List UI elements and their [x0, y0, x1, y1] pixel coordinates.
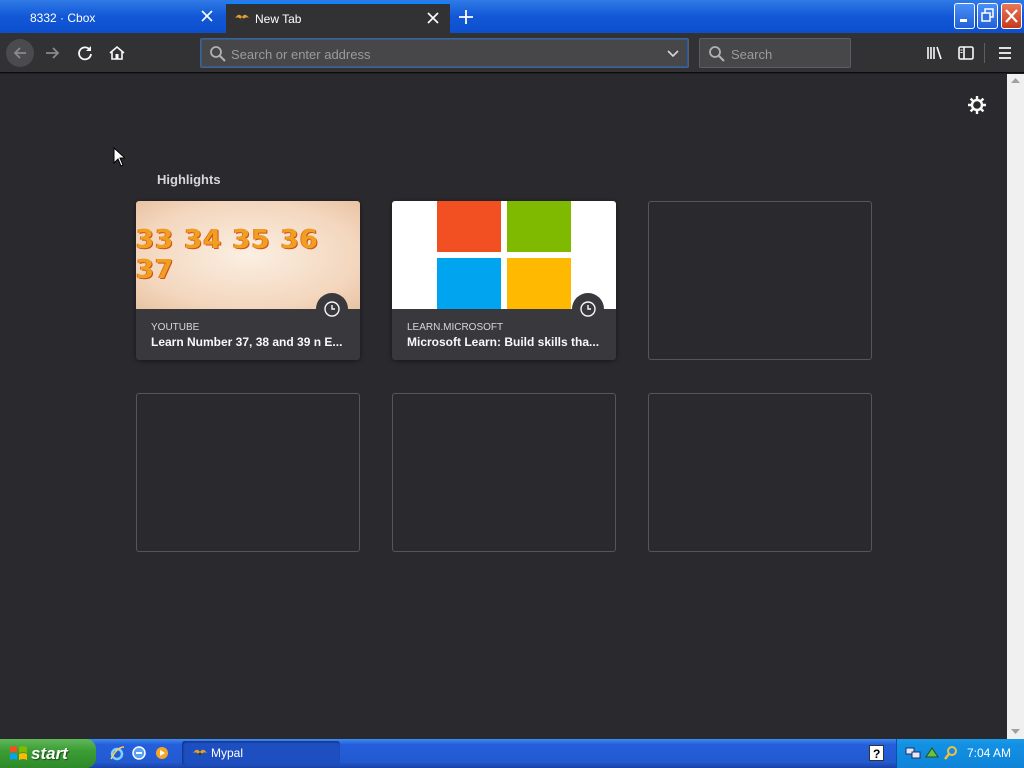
open-menu-button[interactable] — [991, 39, 1019, 67]
card-title: Microsoft Learn: Build skills tha... — [407, 335, 600, 349]
chevron-down-icon[interactable] — [666, 47, 680, 61]
highlight-card-youtube[interactable]: 33 34 35 36 37 YOUTUBE Learn Number 37, … — [136, 201, 360, 360]
home-button[interactable] — [103, 39, 131, 67]
navigation-toolbar — [0, 33, 1024, 73]
empty-card-placeholder — [648, 393, 872, 552]
empty-card-placeholder — [136, 393, 360, 552]
toolbar-separator — [984, 43, 985, 63]
hamburger-menu-icon — [999, 47, 1011, 59]
logo-square-yellow — [507, 258, 571, 309]
taskbar-item-label: Mypal — [211, 746, 244, 760]
safely-remove-hardware-icon[interactable] — [924, 745, 940, 761]
logo-square-green — [507, 201, 571, 252]
close-tab-icon[interactable] — [426, 11, 440, 25]
vertical-scrollbar[interactable] — [1007, 74, 1024, 739]
search-input[interactable] — [731, 45, 841, 63]
forward-button[interactable] — [39, 39, 67, 67]
search-icon — [210, 46, 226, 62]
card-source: YOUTUBE — [151, 322, 200, 333]
clock-badge — [316, 293, 348, 325]
network-icon[interactable] — [905, 745, 921, 761]
library-button[interactable] — [920, 39, 948, 67]
new-tab-page: Highlights 33 34 35 36 37 YOUTUBE Learn … — [0, 74, 1007, 739]
taskbar-item-mypal[interactable]: Mypal — [182, 741, 340, 765]
restore-button[interactable] — [977, 3, 998, 29]
empty-card-placeholder — [392, 393, 616, 552]
question-mark-icon: ? — [873, 747, 880, 761]
card-source: LEARN.MICROSOFT — [407, 322, 504, 333]
system-tray: 7:04 AM — [896, 739, 1024, 768]
section-title-highlights: Highlights — [157, 172, 221, 187]
minimize-icon — [960, 19, 967, 22]
restore-icon — [981, 8, 994, 22]
forward-arrow-icon — [46, 47, 60, 59]
sidebars-button[interactable] — [952, 39, 980, 67]
start-button[interactable]: start — [0, 739, 96, 768]
close-window-button[interactable] — [1001, 3, 1022, 29]
library-icon — [927, 46, 942, 60]
highlight-card-microsoft-learn[interactable]: LEARN.MICROSOFT Microsoft Learn: Build s… — [392, 201, 616, 360]
minimize-button[interactable] — [954, 3, 975, 29]
close-icon — [1005, 9, 1018, 23]
home-icon — [109, 45, 125, 60]
tab-strip: 8332 · Cbox New Tab — [0, 0, 1024, 33]
tab-label: 8332 · Cbox — [30, 10, 96, 25]
show-desktop-icon[interactable] — [131, 745, 147, 761]
card-title: Learn Number 37, 38 and 39 n E... — [151, 335, 343, 349]
scroll-down-icon[interactable] — [1011, 728, 1020, 735]
clock-badge — [572, 293, 604, 325]
system-clock: 7:04 AM — [967, 746, 1012, 760]
new-tab-plus-icon[interactable] — [455, 6, 477, 28]
back-button[interactable] — [6, 39, 34, 67]
windows-logo-icon — [10, 746, 27, 760]
clock-icon — [324, 301, 340, 317]
tab-label: New Tab — [255, 11, 302, 26]
clock-icon — [580, 301, 596, 317]
taskbar: start Mypal ? 7:04 AM — [0, 739, 1024, 768]
close-tab-icon[interactable] — [200, 9, 214, 23]
media-player-icon[interactable] — [154, 745, 170, 761]
mypal-favicon-icon — [235, 14, 249, 21]
reload-icon — [78, 46, 92, 61]
logo-square-red — [437, 201, 501, 252]
mouse-cursor-icon — [113, 147, 125, 167]
mypal-icon — [193, 749, 207, 756]
svg-text:?: ? — [873, 747, 880, 760]
address-bar[interactable] — [200, 38, 689, 68]
back-arrow-icon — [13, 47, 26, 59]
address-input[interactable] — [231, 45, 651, 63]
reload-button[interactable] — [71, 39, 99, 67]
search-bar[interactable] — [699, 38, 851, 68]
tab-new-tab[interactable]: New Tab — [226, 2, 450, 33]
empty-card-placeholder — [648, 201, 872, 360]
search-icon — [709, 46, 725, 62]
scroll-up-icon[interactable] — [1011, 77, 1020, 84]
thumbnail-numbers-text: 33 34 35 36 37 — [136, 225, 319, 285]
help-icon[interactable]: ? — [869, 745, 884, 761]
search-icon[interactable] — [943, 745, 959, 761]
gear-icon[interactable] — [966, 94, 988, 116]
internet-explorer-icon[interactable] — [109, 745, 125, 761]
start-label: start — [31, 743, 68, 763]
tab-cbox[interactable]: 8332 · Cbox — [0, 2, 224, 33]
sidebar-icon — [958, 46, 974, 60]
logo-square-blue — [437, 258, 501, 309]
